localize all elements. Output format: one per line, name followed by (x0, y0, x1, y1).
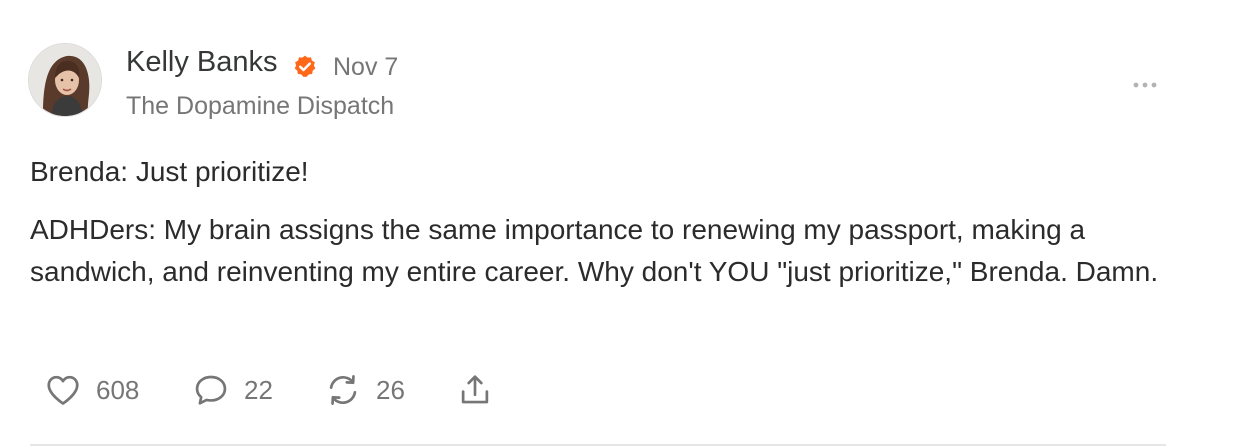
note-paragraph: ADHDers: My brain assigns the same impor… (30, 214, 1159, 287)
verified-badge-icon (294, 55, 316, 77)
more-icon[interactable] (1128, 74, 1162, 96)
restack-count: 26 (376, 374, 405, 405)
note-card: Kelly Banks Nov 7 The Dopamine Dispatch … (0, 0, 1234, 448)
comment-button[interactable]: 22 (192, 370, 273, 410)
author-name[interactable]: Kelly Banks (126, 46, 278, 79)
share-button[interactable] (456, 370, 494, 410)
share-icon (461, 375, 489, 404)
note-paragraph: Brenda: Just prioritize! (30, 156, 309, 187)
note-timestamp[interactable]: Nov 7 (333, 53, 398, 82)
comment-icon (195, 375, 227, 405)
avatar-portrait-icon (29, 44, 101, 116)
like-button[interactable]: 608 (44, 370, 139, 410)
like-count: 608 (96, 374, 140, 405)
heart-icon (47, 375, 79, 405)
comment-count: 22 (244, 374, 273, 405)
restack-icon (329, 375, 357, 405)
publication-name[interactable]: The Dopamine Dispatch (126, 92, 394, 121)
author-avatar[interactable] (28, 43, 102, 117)
restack-button[interactable]: 26 (324, 370, 405, 410)
divider (30, 444, 1166, 446)
